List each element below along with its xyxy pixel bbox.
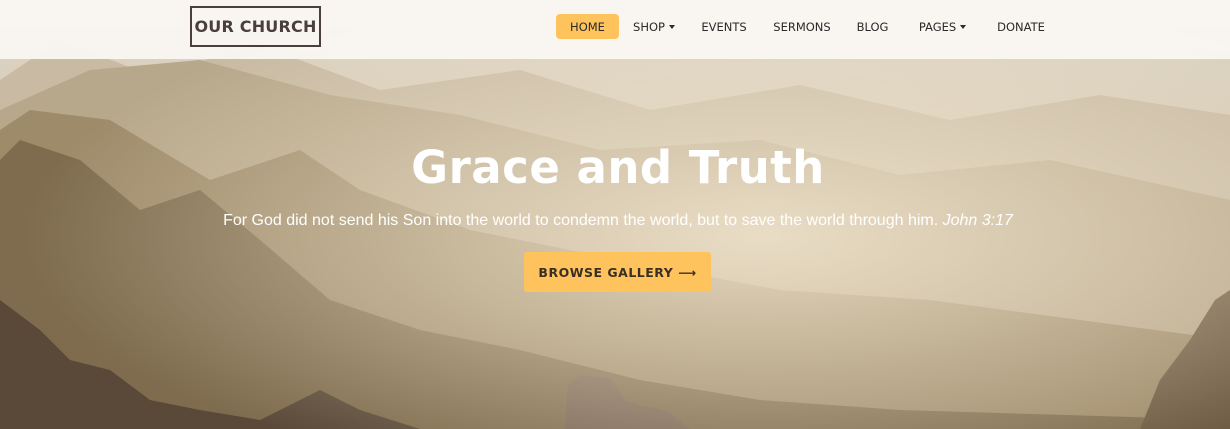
nav-item-sermons[interactable]: SERMONS (759, 14, 845, 39)
nav-label-shop: SHOP (633, 19, 665, 34)
nav-item-events[interactable]: EVENTS (689, 14, 759, 39)
verse-text: For God did not send his Son into the wo… (223, 212, 939, 229)
nav-item-shop[interactable]: SHOP (619, 14, 689, 39)
verse-reference: John 3:17 (942, 212, 1013, 229)
hero-title: Grace and Truth (411, 141, 825, 194)
browse-gallery-button[interactable]: BROWSE GALLERY ⟶ (524, 252, 711, 292)
top-navbar: OUR CHURCH HOME SHOP EVENTS SERMONS BLOG… (0, 0, 1230, 59)
caret-down-icon (960, 24, 967, 29)
nav-item-pages[interactable]: PAGES (900, 14, 985, 39)
hero-verse: For God did not send his Son into the wo… (0, 212, 1230, 230)
nav-label-donate: DONATE (997, 19, 1045, 34)
nav-label-pages: PAGES (918, 19, 957, 34)
nav-item-home[interactable]: HOME (556, 14, 619, 39)
nav-label-blog: BLOG (856, 19, 889, 34)
nav-item-donate[interactable]: DONATE (985, 14, 1057, 39)
nav-label-events: EVENTS (701, 19, 747, 34)
nav-item-blog[interactable]: BLOG (845, 14, 900, 39)
nav-label-home: HOME (570, 19, 605, 34)
main-menu: HOME SHOP EVENTS SERMONS BLOG PAGES DONA… (556, 14, 1057, 39)
nav-label-sermons: SERMONS (773, 19, 831, 34)
caret-down-icon (668, 24, 675, 29)
logo[interactable]: OUR CHURCH (190, 6, 321, 47)
